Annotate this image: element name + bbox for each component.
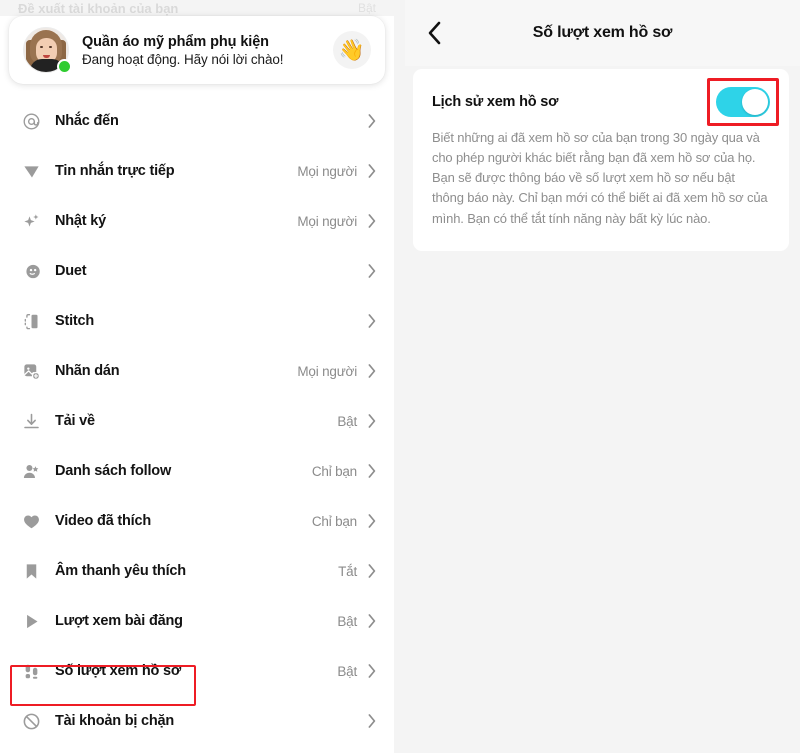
settings-row[interactable]: Số lượt xem hồ sơ Bật [0, 646, 394, 696]
settings-row-value: Mọi người [297, 363, 357, 379]
settings-row[interactable]: Duet [0, 246, 394, 296]
profile-card[interactable]: Quần áo mỹ phẩm phụ kiện Đang hoạt động.… [9, 16, 385, 84]
settings-row-label: Danh sách follow [55, 463, 172, 479]
settings-row-label: Tài khoản bị chặn [55, 713, 175, 729]
chevron-right-icon [367, 664, 376, 679]
chevron-right-icon [367, 164, 376, 179]
avatar[interactable] [23, 27, 72, 74]
settings-row[interactable]: Video đã thích Chỉ bạn [0, 496, 394, 546]
profile-text-block: Quần áo mỹ phẩm phụ kiện Đang hoạt động.… [82, 33, 284, 67]
chevron-right-icon [367, 364, 376, 379]
panel-divider [394, 0, 405, 753]
settings-row[interactable]: Nhắc đến [0, 96, 394, 146]
settings-row[interactable]: Tin nhắn trực tiếp Mọi người [0, 146, 394, 196]
bookmark-icon [20, 560, 42, 582]
settings-list: Nhắc đến Tin nhắn trực tiếp Mọi người Nhật … [0, 96, 394, 746]
settings-row-label: Tin nhắn trực tiếp [55, 163, 175, 179]
chevron-right-icon [367, 464, 376, 479]
settings-row-value: Bật [337, 413, 357, 429]
toggle-container [707, 78, 779, 126]
chevron-right-icon [367, 564, 376, 579]
profile-views-detail-panel: Số lượt xem hồ sơ Lịch sử xem hồ sơ Biết… [405, 0, 800, 753]
profile-view-history-toggle[interactable] [716, 87, 770, 117]
settings-row-value: Chỉ bạn [311, 513, 357, 529]
settings-row-label: Âm thanh yêu thích [55, 563, 186, 579]
stitch-icon [20, 310, 42, 332]
settings-row[interactable]: Danh sách follow Chỉ bạn [0, 446, 394, 496]
blocked-icon [20, 710, 42, 732]
settings-row-value: Tắt [338, 563, 357, 579]
settings-row-label: Tải về [55, 413, 95, 429]
setting-header-row: Lịch sử xem hồ sơ [432, 78, 779, 126]
play-icon [20, 610, 42, 632]
app-screen: Đề xuất tài khoản của bạn Bật Quần áo mỹ… [0, 0, 800, 753]
heart-icon [20, 510, 42, 532]
settings-row[interactable]: Nhãn dán Mọi người [0, 346, 394, 396]
settings-row[interactable]: Tài khoản bị chặn [0, 696, 394, 746]
wave-hand-icon[interactable]: 👋 [333, 31, 371, 69]
download-icon [20, 410, 42, 432]
privacy-settings-panel: Đề xuất tài khoản của bạn Bật Quần áo mỹ… [0, 0, 394, 753]
setting-title: Lịch sử xem hồ sơ [432, 94, 559, 110]
settings-row[interactable]: Stitch [0, 296, 394, 346]
settings-row-label: Lượt xem bài đăng [55, 613, 183, 629]
partially-hidden-row-value: Bật [357, 1, 376, 15]
people-icon [20, 460, 42, 482]
online-status-dot [57, 59, 72, 74]
settings-row[interactable]: Âm thanh yêu thích Tắt [0, 546, 394, 596]
settings-row-value: Chỉ bạn [311, 463, 357, 479]
partially-hidden-row-label: Đề xuất tài khoản của bạn [18, 0, 179, 16]
settings-row[interactable]: Tải về Bật [0, 396, 394, 446]
at-sign-icon [20, 110, 42, 132]
duet-icon [20, 260, 42, 282]
settings-row-label: Video đã thích [55, 513, 152, 529]
setting-description: Biết những ai đã xem hồ sơ của bạn trong… [432, 130, 768, 226]
settings-row-value: Mọi người [297, 213, 357, 229]
partially-hidden-row[interactable]: Đề xuất tài khoản của bạn Bật [0, 0, 394, 16]
sticker-icon [20, 360, 42, 382]
settings-row-label: Số lượt xem hồ sơ [55, 663, 182, 679]
footsteps-icon [20, 660, 42, 682]
settings-row-label: Stitch [55, 313, 95, 329]
chevron-right-icon [367, 314, 376, 329]
chevron-right-icon [367, 714, 376, 729]
sparkle-icon [20, 210, 42, 232]
page-title: Số lượt xem hồ sơ [532, 24, 673, 41]
settings-row[interactable]: Nhật ký Mọi người [0, 196, 394, 246]
paper-plane-icon [20, 160, 42, 182]
detail-header: Số lượt xem hồ sơ [405, 0, 800, 66]
chevron-right-icon [367, 264, 376, 279]
profile-view-history-card: Lịch sử xem hồ sơ Biết những ai đã xem h… [413, 69, 789, 251]
settings-row-label: Nhãn dán [55, 363, 120, 379]
toggle-knob [742, 89, 768, 115]
chevron-right-icon [367, 614, 376, 629]
back-icon[interactable] [421, 20, 447, 46]
settings-row-label: Duet [55, 263, 87, 279]
settings-row-label: Nhật ký [55, 213, 106, 229]
chevron-right-icon [367, 214, 376, 229]
profile-status: Đang hoạt động. Hãy nói lời chào! [82, 51, 284, 67]
chevron-right-icon [367, 414, 376, 429]
settings-row[interactable]: Lượt xem bài đăng Bật [0, 596, 394, 646]
settings-row-value: Mọi người [297, 163, 357, 179]
settings-row-label: Nhắc đến [55, 113, 119, 129]
profile-name: Quần áo mỹ phẩm phụ kiện [82, 33, 269, 50]
settings-row-value: Bật [337, 613, 357, 629]
chevron-right-icon [367, 514, 376, 529]
settings-row-value: Bật [337, 663, 357, 679]
chevron-right-icon [367, 114, 376, 129]
